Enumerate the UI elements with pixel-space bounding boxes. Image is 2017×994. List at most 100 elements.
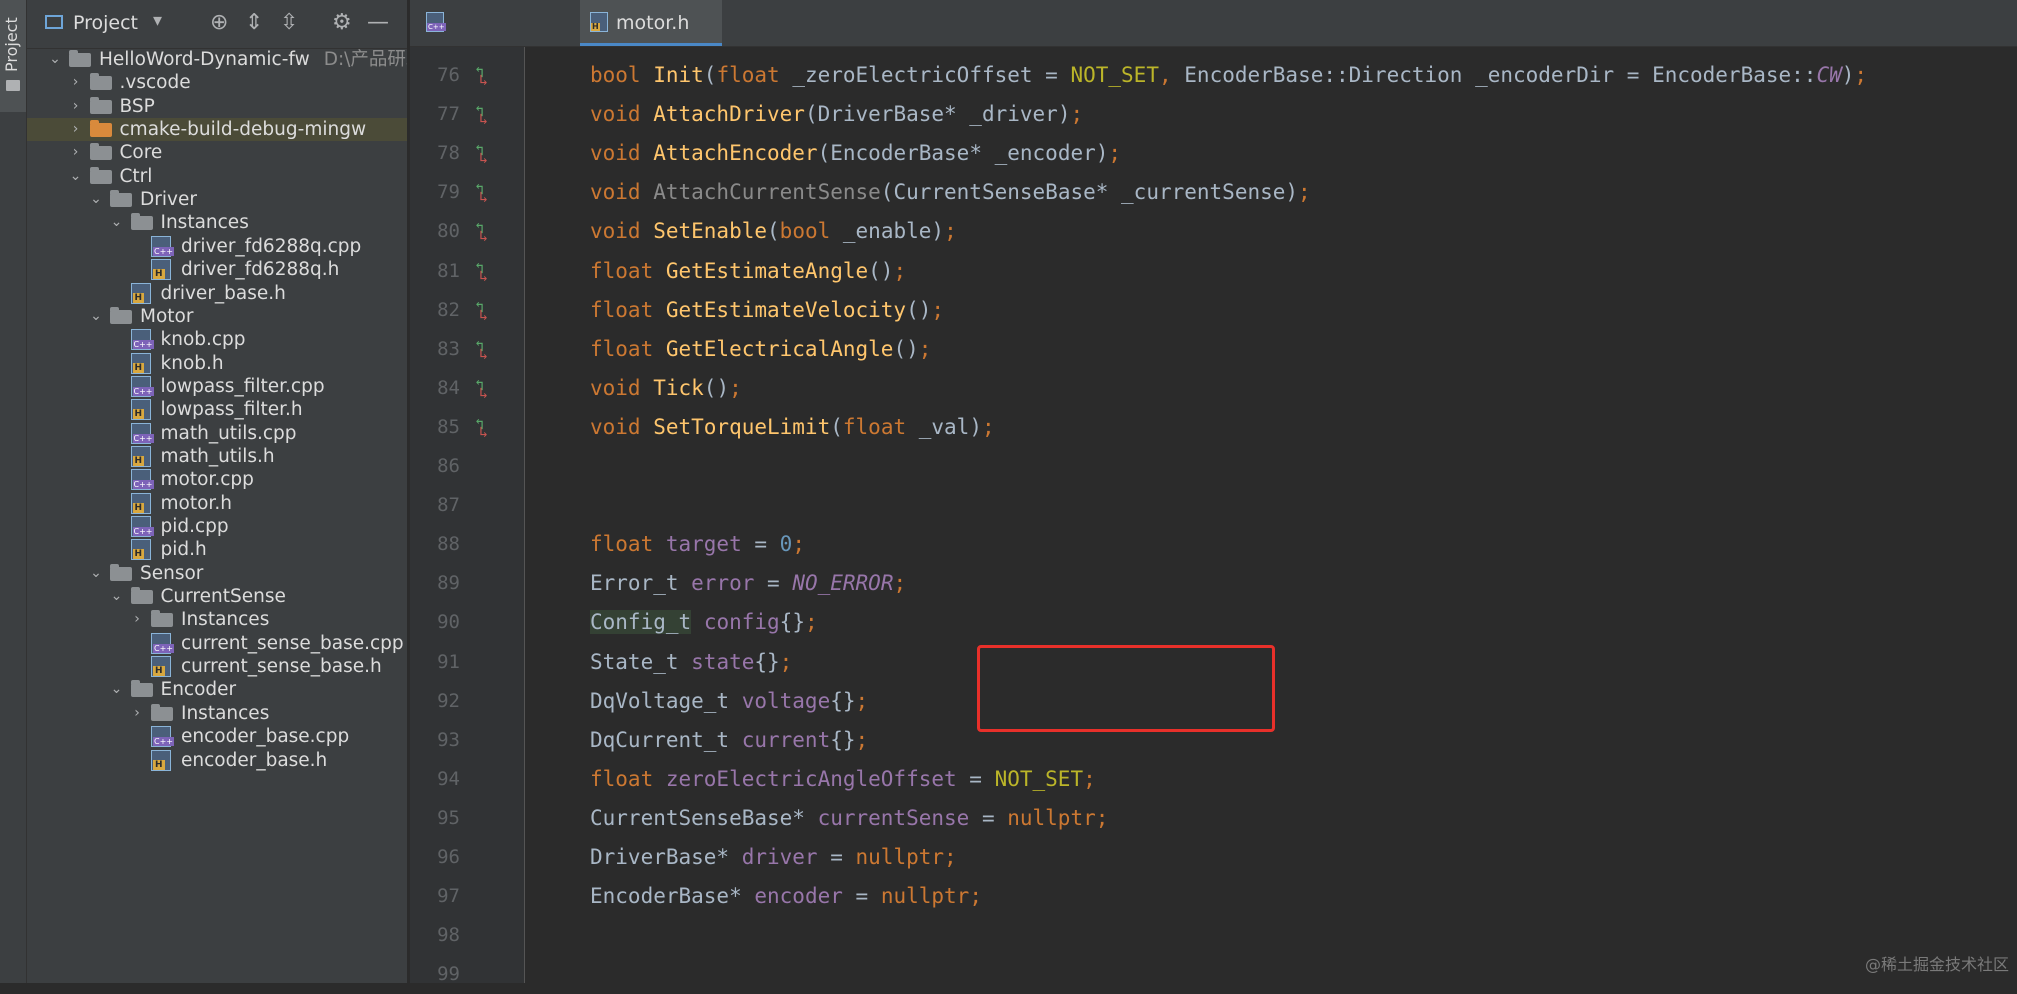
header-file-icon: H <box>151 656 171 678</box>
chevron-down-icon[interactable]: ⌄ <box>88 305 104 328</box>
tree-item[interactable]: ⌄ Encoder <box>27 678 407 701</box>
chevron-right-icon[interactable]: › <box>129 702 145 725</box>
implementation-marker-icon[interactable]: ↰ ↳ <box>475 377 495 400</box>
tree-item[interactable]: ⌄ Instances <box>27 211 407 234</box>
code-text: DqCurrent_t current{}; <box>590 727 869 752</box>
tree-item[interactable]: C++ pid.cpp <box>27 515 407 538</box>
folder-icon <box>6 80 20 91</box>
tree-item[interactable]: ⌄ Ctrl <box>27 165 407 188</box>
tree-item-label: encoder_base.cpp <box>181 726 350 748</box>
tree-item[interactable]: Hpid.h <box>27 538 407 561</box>
tree-item[interactable]: Hcurrent_sense_base.h <box>27 655 407 678</box>
collapse-all-icon[interactable]: ⇳ <box>280 10 298 36</box>
gear-icon[interactable]: ⚙ <box>332 10 352 36</box>
tree-item[interactable]: C++ motor.cpp <box>27 468 407 491</box>
hide-icon[interactable]: — <box>367 10 389 36</box>
tree-item[interactable]: Hmotor.h <box>27 492 407 515</box>
tree-item[interactable]: C++ math_utils.cpp <box>27 422 407 445</box>
tree-item[interactable]: Hmath_utils.h <box>27 445 407 468</box>
chevron-down-icon[interactable]: ▾ <box>153 10 162 31</box>
code-line: 83 ↰ ↳ float GetElectricalAngle(); <box>410 330 2017 369</box>
tree-item[interactable]: › cmake-build-debug-mingw <box>27 118 407 142</box>
chevron-right-icon[interactable]: › <box>68 141 84 164</box>
tree-item[interactable]: Hdriver_fd6288q.h <box>27 258 407 281</box>
tree-item[interactable]: ⌄ Sensor <box>27 562 407 585</box>
tree-item[interactable]: C++ knob.cpp <box>27 328 407 351</box>
chevron-down-icon[interactable]: ⌄ <box>109 585 125 608</box>
line-number: 88 <box>437 533 460 556</box>
cpp-file-icon: C++ <box>151 632 174 654</box>
tree-item[interactable]: ⌄ Driver <box>27 188 407 211</box>
line-number: 86 <box>437 455 460 477</box>
code-editor[interactable]: 76 ↰ ↳ bool Init(float _zeroElectricOffset … <box>410 47 2017 985</box>
tree-item[interactable]: › Core <box>27 141 407 164</box>
implementation-marker-icon[interactable]: ↰ ↳ <box>475 260 495 283</box>
code-text: void SetEnable(bool _enable); <box>590 219 957 244</box>
chevron-down-icon[interactable]: ⌄ <box>88 188 104 211</box>
project-panel: Project ▾ ⊕ ⇕ ⇳ ⚙ — ⌄ HelloWord-Dynamic-f… <box>27 0 407 983</box>
chevron-right-icon[interactable]: › <box>68 71 84 94</box>
implementation-marker-icon[interactable]: ↰ ↳ <box>475 221 495 244</box>
tree-item[interactable]: Hencoder_base.h <box>27 749 407 772</box>
implementation-marker-icon[interactable]: ↰ ↳ <box>475 143 495 166</box>
tab-motor-cpp[interactable]: C++motor.cpp× <box>416 0 566 80</box>
code-line: 81 ↰ ↳ float GetEstimateAngle(); <box>410 252 2017 291</box>
tree-item-label: lowpass_filter.h <box>160 399 303 421</box>
tree-item[interactable]: ⌄ CurrentSense <box>27 585 407 608</box>
line-number: 91 <box>437 650 460 673</box>
chevron-right-icon[interactable]: › <box>68 118 84 141</box>
code-text: void AttachDriver(DriverBase* _driver); <box>590 102 1084 127</box>
implementation-marker-icon[interactable]: ↰ ↳ <box>475 65 495 88</box>
line-number: 97 <box>437 885 460 908</box>
line-number: 89 <box>437 572 460 595</box>
tree-item[interactable]: › Instances <box>27 608 407 631</box>
tree-item[interactable]: › .vscode <box>27 71 407 94</box>
tree-item[interactable]: Hknob.h <box>27 352 407 375</box>
folder-icon <box>110 190 132 208</box>
code-text: float zeroElectricAngleOffset = NOT_SET; <box>590 766 1096 791</box>
cpp-file-icon: C++ <box>130 516 154 537</box>
project-tool-window-tab[interactable]: Project <box>0 0 26 112</box>
tree-item-label: pid.h <box>160 539 207 561</box>
line-number: 80 <box>437 220 460 243</box>
implementation-marker-icon[interactable]: ↰ ↳ <box>475 104 495 127</box>
project-path-hint: D:\产品研发 <box>323 49 407 70</box>
tree-item[interactable]: C++ driver_fd6288q.cpp <box>27 235 407 258</box>
chevron-down-icon[interactable]: ⌄ <box>47 48 63 71</box>
code-text: void AttachCurrentSense(CurrentSenseBase… <box>590 180 1311 205</box>
chevron-right-icon[interactable]: › <box>68 95 84 118</box>
folder-icon <box>110 306 132 324</box>
implementation-marker-icon[interactable]: ↰ ↳ <box>475 338 495 361</box>
chevron-down-icon[interactable]: ⌄ <box>88 562 104 585</box>
tab-motor-h[interactable]: Hmotor.h <box>580 0 722 46</box>
chevron-right-icon[interactable]: › <box>129 608 145 631</box>
tree-item[interactable]: C++ lowpass_filter.cpp <box>27 375 407 398</box>
code-text: CurrentSenseBase* currentSense = nullptr… <box>590 805 1109 830</box>
implementation-marker-icon[interactable]: ↰ ↳ <box>475 416 495 439</box>
code-text: float GetEstimateAngle(); <box>590 258 907 283</box>
code-text: void Tick(); <box>590 375 742 400</box>
tree-item[interactable]: › Instances <box>27 702 407 725</box>
tree-item[interactable]: ⌄ Motor <box>27 305 407 328</box>
tree-item[interactable]: C++ current_sense_base.cpp <box>27 632 407 655</box>
expand-all-icon[interactable]: ⇕ <box>245 10 263 36</box>
locate-icon[interactable]: ⊕ <box>210 10 228 36</box>
tree-item[interactable]: Hlowpass_filter.h <box>27 398 407 421</box>
chevron-down-icon[interactable]: ⌄ <box>68 165 84 188</box>
code-line: 88 float target = 0; <box>410 525 2017 564</box>
folder-icon <box>89 166 112 184</box>
line-number: 96 <box>437 846 460 868</box>
line-number: 78 <box>437 142 460 165</box>
tree-item[interactable]: C++ encoder_base.cpp <box>27 725 407 748</box>
implementation-marker-icon[interactable]: ↰ ↳ <box>475 299 495 322</box>
chevron-down-icon[interactable]: ⌄ <box>109 678 125 701</box>
tree-item[interactable]: Hdriver_base.h <box>27 282 407 305</box>
code-line: 79 ↰ ↳ void AttachCurrentSense(CurrentSense… <box>410 173 2017 212</box>
line-number: 99 <box>437 963 460 986</box>
chevron-down-icon[interactable]: ⌄ <box>109 211 125 234</box>
project-view-selector[interactable]: Project <box>73 12 138 34</box>
tree-item[interactable]: › BSP <box>27 95 407 118</box>
implementation-marker-icon[interactable]: ↰ ↳ <box>475 182 495 205</box>
tree-item[interactable]: ⌄ HelloWord-Dynamic-fwD:\产品研发 <box>27 48 407 71</box>
folder-icon <box>89 73 112 91</box>
